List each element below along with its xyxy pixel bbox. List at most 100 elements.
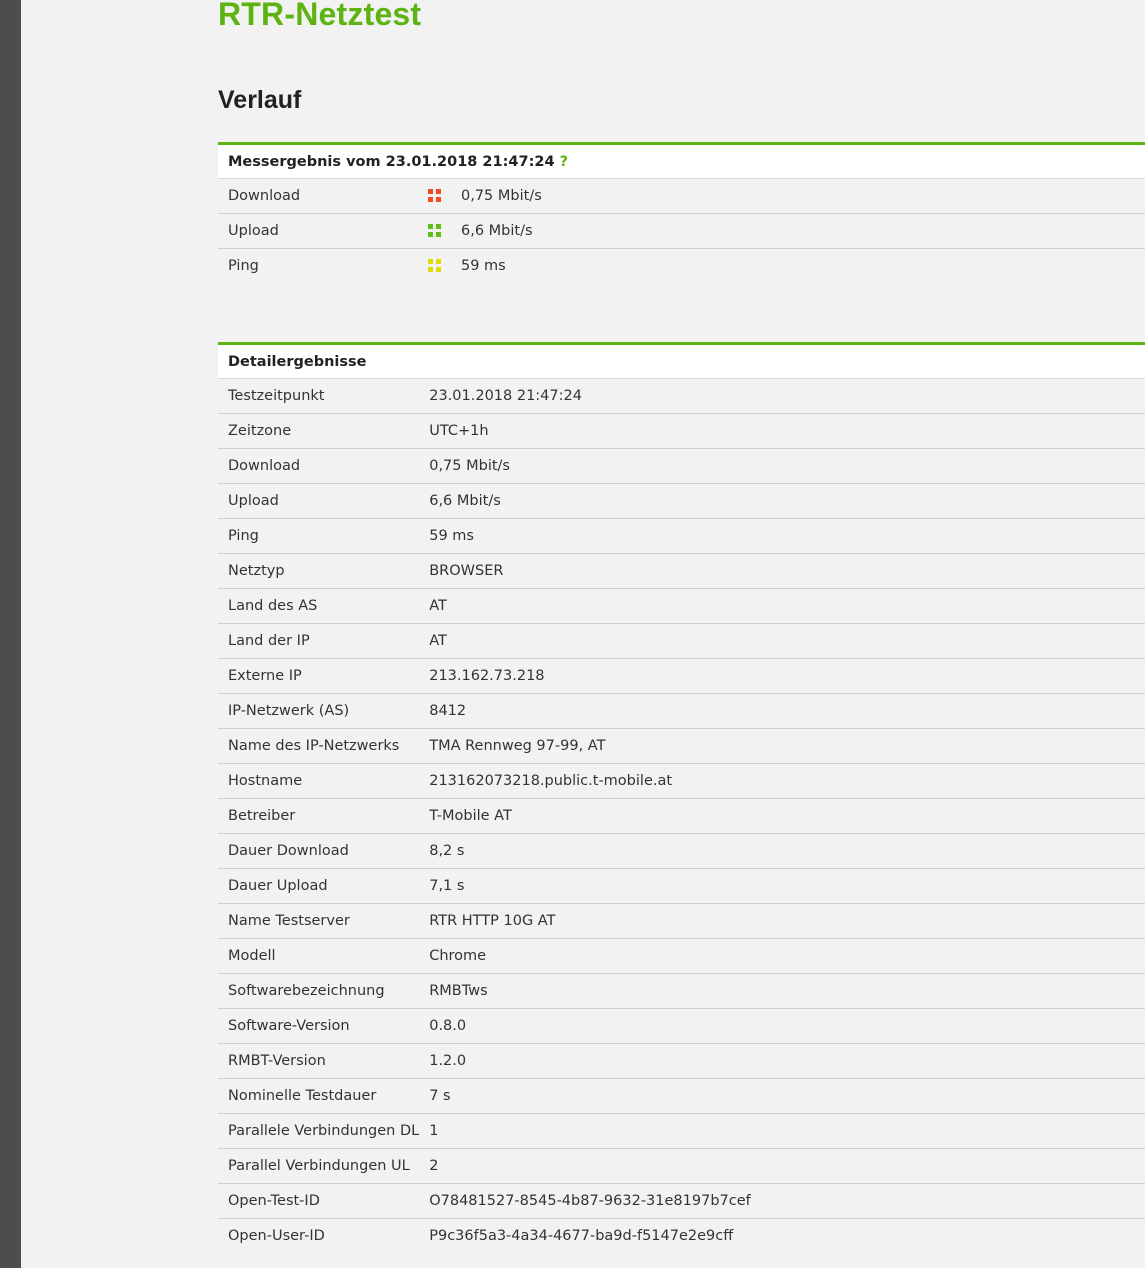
- detail-label: Open-Test-ID: [218, 1183, 420, 1219]
- detail-label: Dauer Download: [218, 833, 420, 869]
- detail-value: O78481527-8545-4b87-9632-31e8197b7cef: [419, 1183, 1145, 1219]
- detail-row: Hostname 213162073218.public.t-mobile.at: [218, 763, 1145, 799]
- detail-value: AT: [419, 623, 1145, 659]
- detail-row: Testzeitpunkt 23.01.2018 21:47:24: [218, 378, 1145, 414]
- detail-row: Parallele Verbindungen DL 1: [218, 1113, 1145, 1149]
- detail-row: Land der IP AT: [218, 623, 1145, 659]
- detail-row: Name Testserver RTR HTTP 10G AT: [218, 903, 1145, 939]
- detail-row: Softwarebezeichnung RMBTws: [218, 973, 1145, 1009]
- detail-row: IP-Netzwerk (AS) 8412: [218, 693, 1145, 729]
- detail-label: Dauer Upload: [218, 868, 420, 904]
- detail-label: Hostname: [218, 763, 420, 799]
- detail-value: 0.8.0: [419, 1008, 1145, 1044]
- detail-value: 8,2 s: [419, 833, 1145, 869]
- summary-value-cell: 6,6 Mbit/s: [418, 213, 1145, 249]
- detail-label: Software-Version: [218, 1008, 420, 1044]
- details-header-row: Detailergebnisse: [218, 343, 1145, 379]
- summary-row: Ping 59 ms: [218, 249, 1145, 284]
- summary-value-cell: 0,75 Mbit/s: [418, 178, 1145, 214]
- summary-value-cell: 59 ms: [418, 249, 1145, 284]
- site-title[interactable]: RTR-Netztest: [218, 0, 421, 33]
- summary-header-text: Messergebnis vom 23.01.2018 21:47:24: [228, 153, 555, 170]
- summary-value: 6,6 Mbit/s: [461, 223, 533, 239]
- detail-value: 213162073218.public.t-mobile.at: [419, 763, 1145, 799]
- detail-row: Dauer Upload 7,1 s: [218, 868, 1145, 904]
- detail-row: Externe IP 213.162.73.218: [218, 658, 1145, 694]
- detail-value: 6,6 Mbit/s: [419, 483, 1145, 519]
- details-table: Detailergebnisse Testzeitpunkt 23.01.2018…: [218, 342, 1145, 1254]
- detail-label: Parallel Verbindungen UL: [218, 1148, 420, 1184]
- detail-value: 59 ms: [419, 518, 1145, 554]
- detail-label: Modell: [218, 938, 420, 974]
- classification-red-icon: [428, 188, 441, 202]
- summary-value: 0,75 Mbit/s: [461, 188, 542, 204]
- detail-label: Testzeitpunkt: [218, 378, 420, 414]
- detail-value: 1: [419, 1113, 1145, 1149]
- summary-row: Upload 6,6 Mbit/s: [218, 213, 1145, 249]
- detail-value: 8412: [419, 693, 1145, 729]
- classification-yellow-icon: [428, 258, 441, 272]
- detail-label: Netztyp: [218, 553, 420, 589]
- summary-value: 59 ms: [461, 258, 506, 275]
- detail-value: TMA Rennweg 97-99, AT: [419, 728, 1145, 764]
- detail-label: Ping: [218, 518, 420, 554]
- detail-value: RTR HTTP 10G AT: [419, 903, 1145, 939]
- detail-label: Parallele Verbindungen DL: [218, 1113, 420, 1149]
- detail-value: 0,75 Mbit/s: [419, 448, 1145, 484]
- detail-row: Dauer Download 8,2 s: [218, 833, 1145, 869]
- detail-label: Upload: [218, 483, 420, 519]
- detail-value: 213.162.73.218: [419, 658, 1145, 694]
- summary-header-row: Messergebnis vom 23.01.2018 21:47:24 ?: [218, 143, 1145, 179]
- detail-row: Zeitzone UTC+1h: [218, 413, 1145, 449]
- detail-row: Open-Test-ID O78481527-8545-4b87-9632-31e…: [218, 1183, 1145, 1219]
- detail-row: Ping 59 ms: [218, 518, 1145, 554]
- detail-value: T-Mobile AT: [419, 798, 1145, 834]
- detail-value: 1.2.0: [419, 1043, 1145, 1079]
- detail-value: RMBTws: [419, 973, 1145, 1009]
- summary-label: Upload: [218, 213, 418, 249]
- detail-row: Parallel Verbindungen UL 2: [218, 1148, 1145, 1184]
- detail-value: 7 s: [419, 1078, 1145, 1114]
- detail-label: Nominelle Testdauer: [218, 1078, 420, 1114]
- detail-row: Upload 6,6 Mbit/s: [218, 483, 1145, 519]
- detail-label: Softwarebezeichnung: [218, 973, 420, 1009]
- detail-label: RMBT-Version: [218, 1043, 420, 1079]
- summary-label: Ping: [228, 258, 259, 275]
- help-link[interactable]: ?: [560, 154, 568, 170]
- detail-value: AT: [419, 588, 1145, 624]
- summary-row: Download 0,75 Mbit/s: [218, 178, 1145, 214]
- detail-value: BROWSER: [419, 553, 1145, 589]
- detail-label: Open-User-ID: [228, 1228, 325, 1245]
- detail-label: Land des AS: [218, 588, 420, 624]
- detail-label: Name des IP-Netzwerks: [218, 728, 420, 764]
- detail-value: 23.01.2018 21:47:24: [419, 378, 1145, 414]
- details-header: Detailergebnisse: [218, 343, 1145, 379]
- detail-row: RMBT-Version 1.2.0: [218, 1043, 1145, 1079]
- detail-label: Externe IP: [218, 658, 420, 694]
- detail-label: Betreiber: [218, 798, 420, 834]
- summary-label: Download: [218, 178, 418, 214]
- detail-label: IP-Netzwerk (AS): [218, 693, 420, 729]
- detail-label: Land der IP: [218, 623, 420, 659]
- detail-row: Betreiber T-Mobile AT: [218, 798, 1145, 834]
- detail-row: Netztyp BROWSER: [218, 553, 1145, 589]
- detail-value: P9c36f5a3-4a34-4677-ba9d-f5147e2e9cff: [429, 1228, 734, 1245]
- detail-row: Download 0,75 Mbit/s: [218, 448, 1145, 484]
- detail-row: Land des AS AT: [218, 588, 1145, 624]
- summary-table: Messergebnis vom 23.01.2018 21:47:24 ? D…: [218, 142, 1145, 284]
- detail-label: Download: [218, 448, 420, 484]
- detail-value: UTC+1h: [419, 413, 1145, 449]
- detail-row: Modell Chrome: [218, 938, 1145, 974]
- detail-row: Name des IP-Netzwerks TMA Rennweg 97-99, …: [218, 728, 1145, 764]
- detail-value: Chrome: [419, 938, 1145, 974]
- classification-green-icon: [428, 223, 441, 237]
- detail-label: Zeitzone: [218, 413, 420, 449]
- detail-row: Open-User-ID P9c36f5a3-4a34-4677-ba9d-f51…: [218, 1219, 1145, 1254]
- summary-header: Messergebnis vom 23.01.2018 21:47:24 ?: [218, 143, 1145, 179]
- page-heading: Verlauf: [218, 86, 302, 114]
- left-sidebar-strip: [0, 0, 21, 1268]
- detail-label: Name Testserver: [218, 903, 420, 939]
- detail-value: 2: [419, 1148, 1145, 1184]
- detail-value: 7,1 s: [419, 868, 1145, 904]
- detail-row: Software-Version 0.8.0: [218, 1008, 1145, 1044]
